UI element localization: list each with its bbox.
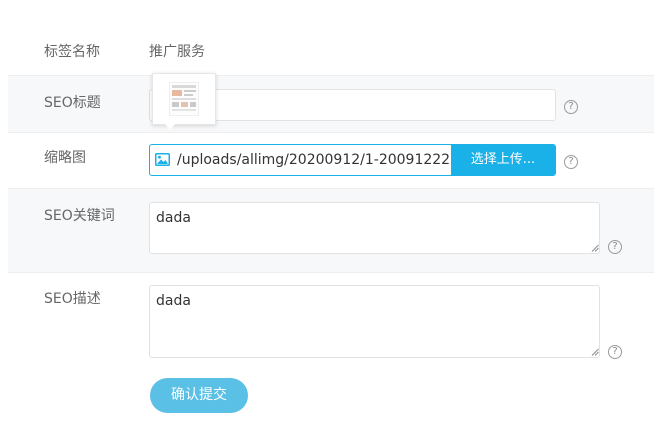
tag-name-row: 标签名称 推广服务	[8, 30, 654, 75]
image-icon	[155, 153, 170, 166]
question-circle-icon[interactable]: ?	[564, 155, 578, 169]
upload-button[interactable]: 选择上传...	[451, 145, 555, 175]
seo-description-row: SEO描述 dada ?	[8, 271, 654, 371]
resize-grip-icon[interactable]	[591, 244, 599, 252]
thumbnail-file-field[interactable]: /uploads/allimg/20200912/1-2009122253 选择…	[149, 144, 556, 176]
question-circle-icon[interactable]: ?	[608, 345, 622, 359]
question-circle-icon[interactable]: ?	[608, 240, 622, 254]
seo-description-label: SEO描述	[44, 291, 101, 307]
tag-name-value: 推广服务	[149, 44, 205, 60]
seo-title-label: SEO标题	[44, 95, 101, 111]
popup-arrow	[165, 124, 175, 130]
thumbnail-label: 缩略图	[44, 150, 86, 166]
seo-keywords-textarea[interactable]: dada	[149, 202, 600, 254]
thumbnail-preview-graphic	[172, 85, 196, 111]
seo-description-textarea[interactable]: dada	[149, 285, 600, 358]
thumbnail-path[interactable]: /uploads/allimg/20200912/1-2009122253	[177, 145, 452, 175]
resize-grip-icon[interactable]	[591, 348, 599, 356]
seo-settings-form: 标签名称 推广服务 SEO标题 ? 缩略图 /uploads/allimg/20…	[0, 0, 654, 423]
thumbnail-preview-image	[169, 82, 199, 116]
thumbnail-preview-popup	[152, 73, 216, 130]
submit-button[interactable]: 确认提交	[150, 378, 248, 413]
seo-keywords-label: SEO关键词	[44, 208, 115, 224]
seo-title-row: SEO标题 ?	[8, 75, 654, 133]
tag-name-label: 标签名称	[44, 44, 100, 60]
question-circle-icon[interactable]: ?	[564, 100, 578, 114]
thumbnail-row: 缩略图 /uploads/allimg/20200912/1-200912225…	[8, 131, 654, 188]
seo-keywords-row: SEO关键词 dada ?	[8, 188, 654, 273]
